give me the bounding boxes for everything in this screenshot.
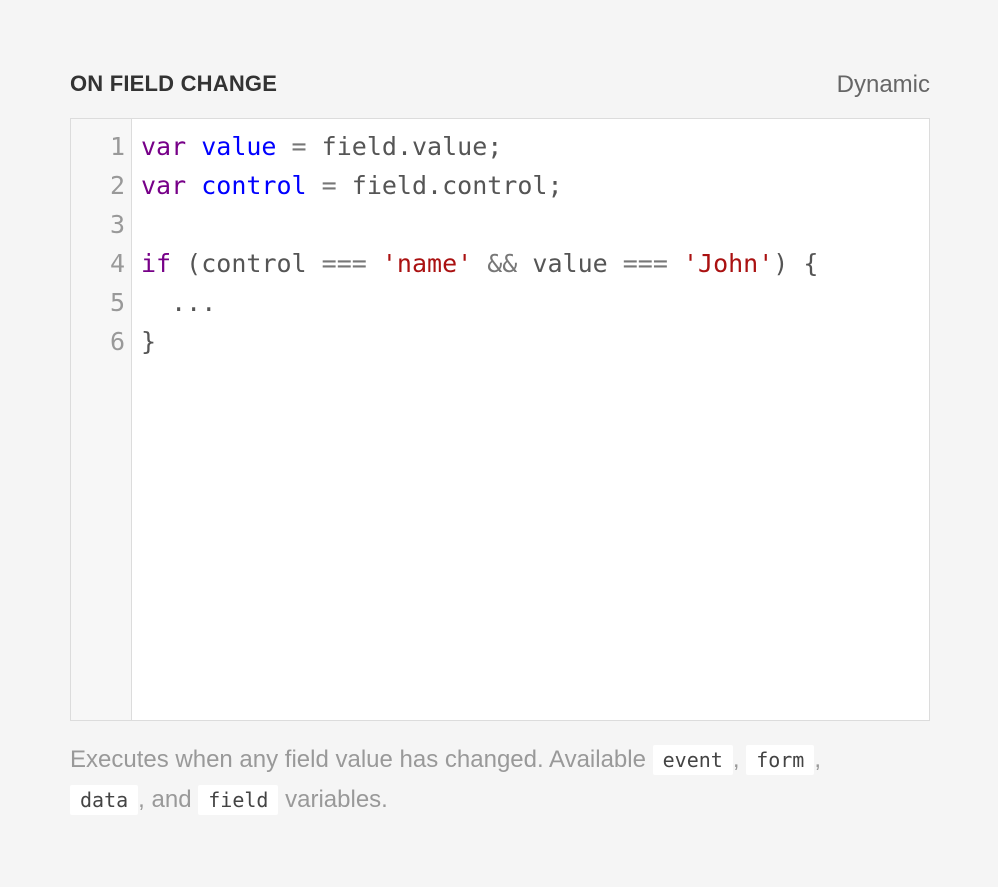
code-line[interactable]: 4 if (control === 'name' && value === 'Jo… <box>71 244 929 283</box>
code-token: field <box>351 171 428 200</box>
code-token: control <box>201 171 307 200</box>
code-line[interactable]: 5 ... <box>71 283 929 322</box>
code-token: === <box>622 249 668 278</box>
code-token: ... <box>171 288 217 317</box>
code-data: data <box>70 785 139 815</box>
section-title: ON FIELD CHANGE <box>70 71 278 96</box>
code-token: ; <box>547 171 563 200</box>
code-token: var <box>141 132 187 161</box>
code-field: field <box>198 785 279 815</box>
help-text-outro: variables. <box>285 786 388 813</box>
code-event: event <box>652 745 733 775</box>
code-line[interactable]: 3 <box>71 205 929 244</box>
code-token: var <box>141 171 187 200</box>
code-text: var control = field.control; <box>141 166 563 205</box>
code-token: control <box>442 171 548 200</box>
help-sep: , <box>814 746 822 773</box>
code-text: ... <box>141 283 216 322</box>
line-number: 6 <box>109 327 125 356</box>
code-token: && <box>487 249 518 278</box>
line-number: 3 <box>109 210 125 239</box>
help-sep: , <box>732 746 740 773</box>
help-text: Executes when any field value has change… <box>70 740 930 820</box>
code-token: control <box>201 249 307 278</box>
code-token: field <box>321 132 397 161</box>
code-token: === <box>321 249 367 278</box>
code-form: form <box>746 745 815 775</box>
code-token: = <box>321 171 337 200</box>
code-token: . <box>396 132 412 161</box>
code-token: ( <box>186 249 202 278</box>
code-token: value <box>412 132 488 161</box>
code-token: } <box>141 327 157 356</box>
help-sep: , and <box>138 786 192 813</box>
code-token: 'John' <box>682 249 774 278</box>
code-text: } <box>141 322 156 361</box>
line-number: 1 <box>109 132 125 161</box>
mode-label: Dynamic <box>836 71 930 98</box>
code-token: { <box>803 249 819 278</box>
code-token: ; <box>487 132 503 161</box>
code-token: = <box>291 132 307 161</box>
code-line[interactable]: 1 var value = field.value; <box>71 127 929 166</box>
code-line[interactable]: 2 var control = field.control; <box>71 166 929 205</box>
code-editor[interactable]: 1 var value = field.value; 2 var control = … <box>70 118 930 721</box>
code-token: value <box>532 249 608 278</box>
line-number: 5 <box>109 288 125 317</box>
code-token: value <box>201 132 277 161</box>
line-number: 2 <box>109 171 125 200</box>
code-token: if <box>141 249 172 278</box>
code-token: . <box>427 171 443 200</box>
help-text-intro: Executes when any field value has change… <box>70 746 646 773</box>
section-header: ON FIELD CHANGE Dynamic <box>70 66 930 102</box>
code-line[interactable]: 6} <box>71 322 929 361</box>
code-token: 'name' <box>381 249 473 278</box>
code-text: var value = field.value; <box>141 127 502 166</box>
code-token: ) <box>773 249 789 278</box>
code-text: if (control === 'name' && value === 'Joh… <box>141 244 818 283</box>
line-number: 4 <box>109 249 125 278</box>
